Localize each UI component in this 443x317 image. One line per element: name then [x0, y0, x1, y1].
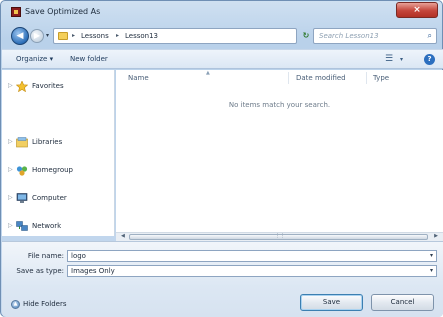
nav-item-network[interactable]: ▷ Network	[2, 220, 115, 234]
empty-message: No items match your search.	[228, 101, 331, 109]
column-header-name[interactable]: Name	[128, 74, 149, 82]
column-divider[interactable]	[366, 72, 367, 84]
expand-arrow-icon[interactable]: ▷	[8, 222, 13, 229]
column-divider[interactable]	[288, 72, 289, 84]
forward-button[interactable]: ▶	[30, 29, 44, 43]
expand-arrow-icon[interactable]: ▷	[8, 194, 13, 201]
breadcrumb-lessons[interactable]: Lessons	[81, 32, 109, 40]
views-dropdown-icon[interactable]: ▾	[400, 56, 403, 63]
help-icon[interactable]: ?	[424, 54, 435, 65]
title-bar: Save Optimized As ×	[1, 1, 443, 23]
nav-label-homegroup: Homegroup	[32, 166, 74, 174]
file-name-dropdown-icon[interactable]: ▾	[430, 252, 433, 259]
sort-indicator-icon: ▲	[206, 70, 210, 76]
window-title: Save Optimized As	[25, 7, 101, 16]
refresh-button[interactable]: ↻	[299, 28, 313, 44]
grip-icon: ⋮⋮	[275, 233, 285, 239]
save-button[interactable]: Save	[300, 294, 363, 311]
scroll-left-icon[interactable]: ◀	[121, 233, 125, 239]
expand-arrow-icon[interactable]: ▷	[8, 138, 13, 145]
file-name-label: File name:	[27, 252, 64, 260]
nav-label-computer: Computer	[32, 194, 67, 202]
nav-label-favorites: Favorites	[32, 82, 64, 90]
nav-label-libraries: Libraries	[32, 138, 63, 146]
scroll-right-icon[interactable]: ▶	[434, 233, 438, 239]
network-icon	[16, 221, 28, 232]
libraries-icon	[16, 137, 28, 148]
nav-item-libraries[interactable]: ▷ Libraries	[2, 136, 115, 150]
recent-pages-dropdown[interactable]: ▾	[46, 32, 49, 39]
save-as-type-dropdown-icon[interactable]: ▾	[430, 267, 433, 274]
computer-icon	[16, 193, 28, 204]
homegroup-icon	[16, 165, 28, 176]
close-button[interactable]: ×	[396, 2, 438, 18]
breadcrumb-separator: ▸	[72, 32, 76, 39]
save-dialog-window: Save Optimized As × ◀ ▶ ▾ ▸ Lessons ▸ Le…	[0, 0, 443, 317]
expand-arrow-icon[interactable]: ▷	[8, 166, 13, 173]
search-icon[interactable]: ⌕	[428, 31, 432, 41]
nav-label-network: Network	[32, 222, 62, 230]
save-form-area: File name: logo ▾ Save as type: Images O…	[2, 241, 443, 317]
breadcrumb-separator: ▸	[116, 32, 120, 39]
save-as-type-select[interactable]: Images Only ▾	[67, 265, 437, 277]
folder-icon	[58, 32, 68, 40]
search-input[interactable]: Search Lesson13	[319, 32, 379, 40]
nav-item-computer[interactable]: ▷ Computer	[2, 192, 115, 206]
save-as-type-value[interactable]: Images Only	[71, 267, 115, 275]
star-icon	[15, 80, 29, 93]
app-icon	[11, 7, 21, 17]
file-name-value[interactable]: logo	[71, 252, 86, 260]
column-header-date-modified[interactable]: Date modified	[296, 74, 346, 82]
nav-item-favorites[interactable]: ▷ Favorites	[2, 80, 115, 94]
file-list: ▲ Name Date modified Type No items match…	[116, 70, 443, 236]
views-icon[interactable]: ☰	[385, 54, 393, 64]
cancel-button[interactable]: Cancel	[371, 294, 434, 311]
address-row: ◀ ▶ ▾ ▸ Lessons ▸ Lesson13 ▾ ↻ Search Le…	[1, 26, 443, 48]
search-box[interactable]: Search Lesson13 ⌕	[313, 28, 437, 44]
expand-arrow-icon[interactable]: ▷	[8, 82, 13, 89]
organize-button[interactable]: Organize ▾	[16, 55, 53, 63]
breadcrumb-lesson13[interactable]: Lesson13	[125, 32, 158, 40]
file-name-field[interactable]: logo ▾	[67, 250, 437, 262]
save-as-type-label: Save as type:	[16, 267, 64, 275]
hide-folders-label[interactable]: Hide Folders	[23, 300, 66, 308]
new-folder-button[interactable]: New folder	[70, 55, 108, 63]
command-toolbar: Organize ▾ New folder ☰ ▾ ?	[2, 49, 443, 69]
scrollbar-thumb[interactable]: ⋮⋮	[129, 233, 428, 240]
collapse-icon[interactable]: ▲	[11, 300, 20, 309]
address-bar[interactable]: ▸ Lessons ▸ Lesson13 ▾	[53, 28, 338, 44]
back-button[interactable]: ◀	[11, 27, 29, 45]
nav-item-homegroup[interactable]: ▷ Homegroup	[2, 164, 115, 178]
navigation-pane: ▷ Favorites ▷ Libraries ▷ Homegroup ▷ Co…	[2, 70, 115, 236]
column-header-type[interactable]: Type	[373, 74, 389, 82]
horizontal-scrollbar[interactable]: ◀ ⋮⋮ ▶	[116, 232, 443, 241]
